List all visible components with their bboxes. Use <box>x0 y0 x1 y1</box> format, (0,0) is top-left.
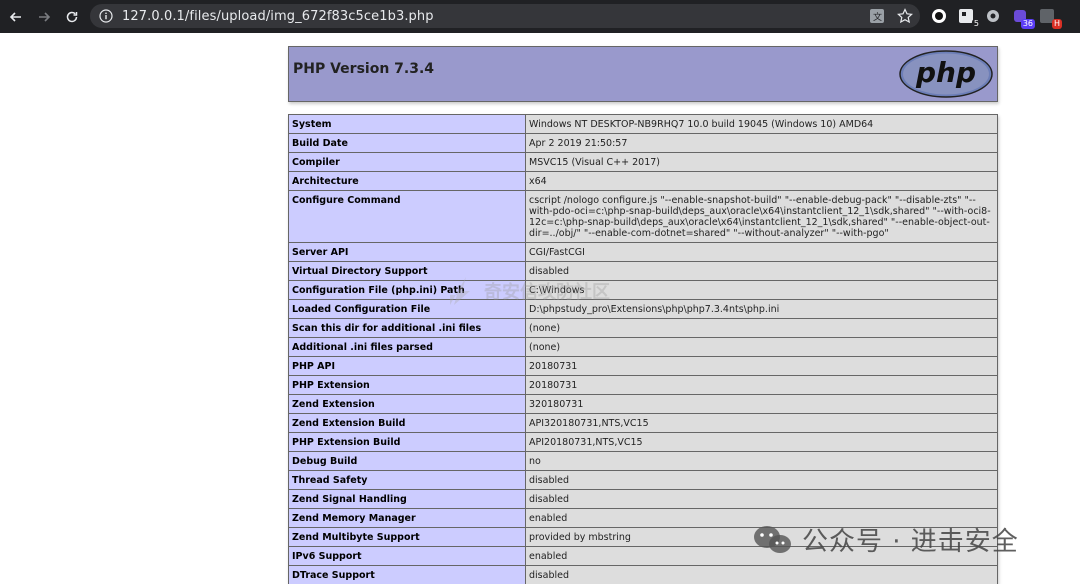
row-value: 320180731 <box>525 394 998 414</box>
row-key: Loaded Configuration File <box>288 299 526 319</box>
extension-badge: 5 <box>971 19 981 29</box>
back-icon[interactable] <box>4 5 28 29</box>
table-row: DTrace Support disabled <box>288 565 998 584</box>
table-row: Configuration File (php.ini) Path C:\Wind… <box>288 280 998 300</box>
table-row: System Windows NT DESKTOP-NB9RHQ7 10.0 bu… <box>288 114 998 134</box>
table-row: PHP API 20180731 <box>288 356 998 376</box>
table-row: Zend Extension Build API320180731,NTS,VC1… <box>288 413 998 433</box>
table-row: IPv6 Support enabled <box>288 546 998 566</box>
row-key: Scan this dir for additional .ini files <box>288 318 526 338</box>
table-row: Configure Command cscript /nologo configu… <box>288 190 998 243</box>
row-key: PHP API <box>288 356 526 376</box>
phpinfo-table: System Windows NT DESKTOP-NB9RHQ7 10.0 bu… <box>288 114 998 584</box>
row-value: no <box>525 451 998 471</box>
table-row: Build Date Apr 2 2019 21:50:57 <box>288 133 998 153</box>
row-key: Debug Build <box>288 451 526 471</box>
row-value: API20180731,NTS,VC15 <box>525 432 998 452</box>
table-row: Architecture x64 <box>288 171 998 191</box>
row-value: Windows NT DESKTOP-NB9RHQ7 10.0 build 19… <box>525 114 998 134</box>
page-content: PHP Version 7.3.4 php System Windows NT D… <box>0 33 1080 584</box>
row-value: enabled <box>525 508 998 528</box>
row-key: PHP Extension <box>288 375 526 395</box>
row-key: PHP Extension Build <box>288 432 526 452</box>
row-value: cscript /nologo configure.js "--enable-s… <box>525 190 998 243</box>
address-bar[interactable]: 127.0.0.1/files/upload/img_672f83c5ce1b3… <box>90 4 920 28</box>
row-key: Server API <box>288 242 526 262</box>
row-key: Thread Safety <box>288 470 526 490</box>
row-value: disabled <box>525 261 998 281</box>
table-row: Zend Signal Handling disabled <box>288 489 998 509</box>
table-row: PHP Extension Build API20180731,NTS,VC15 <box>288 432 998 452</box>
row-value: 20180731 <box>525 375 998 395</box>
table-row: Loaded Configuration File D:\phpstudy_pro… <box>288 299 998 319</box>
table-row: Debug Build no <box>288 451 998 471</box>
php-logo-text: php <box>915 56 976 89</box>
table-row: Scan this dir for additional .ini files(… <box>288 318 998 338</box>
table-row: Zend Multibyte Support provided by mbstri… <box>288 527 998 547</box>
site-info-icon[interactable] <box>98 8 114 24</box>
row-key: Zend Extension <box>288 394 526 414</box>
table-row: Virtual Directory Support disabled <box>288 261 998 281</box>
table-row: PHP Extension 20180731 <box>288 375 998 395</box>
row-value: 20180731 <box>525 356 998 376</box>
browser-toolbar: 127.0.0.1/files/upload/img_672f83c5ce1b3… <box>0 0 1080 33</box>
row-value: provided by mbstring <box>525 527 998 547</box>
row-key: Virtual Directory Support <box>288 261 526 281</box>
row-key: Zend Multibyte Support <box>288 527 526 547</box>
row-value: CGI/FastCGI <box>525 242 998 262</box>
table-row: Additional .ini files parsed (none) <box>288 337 998 357</box>
cog-extension-icon[interactable] <box>984 7 1002 25</box>
forward-icon[interactable] <box>32 5 56 29</box>
row-value: D:\phpstudy_pro\Extensions\php\php7.3.4n… <box>525 299 998 319</box>
table-row: Server API CGI/FastCGI <box>288 242 998 262</box>
circle-extension-icon[interactable] <box>930 7 948 25</box>
row-key: Compiler <box>288 152 526 172</box>
row-key: DTrace Support <box>288 565 526 584</box>
purple-extension-icon[interactable]: 36 <box>1011 7 1035 29</box>
row-value: Apr 2 2019 21:50:57 <box>525 133 998 153</box>
row-value: disabled <box>525 470 998 490</box>
row-key: System <box>288 114 526 134</box>
row-key: Additional .ini files parsed <box>288 337 526 357</box>
table-row: Zend Memory Manager enabled <box>288 508 998 528</box>
svg-text:文: 文 <box>873 11 882 23</box>
page-title: PHP Version 7.3.4 <box>293 61 435 77</box>
row-value: disabled <box>525 489 998 509</box>
row-value: MSVC15 (Visual C++ 2017) <box>525 152 998 172</box>
row-value: (none) <box>525 337 998 357</box>
extension-badge: H <box>1051 19 1062 29</box>
row-key: Build Date <box>288 133 526 153</box>
table-row: Compiler MSVC15 (Visual C++ 2017) <box>288 152 998 172</box>
row-value: disabled <box>525 565 998 584</box>
translate-icon[interactable]: 文 <box>868 7 886 25</box>
row-key: Configuration File (php.ini) Path <box>288 280 526 300</box>
row-key: Zend Signal Handling <box>288 489 526 509</box>
extension-badge: 36 <box>1020 19 1035 29</box>
url-text[interactable]: 127.0.0.1/files/upload/img_672f83c5ce1b3… <box>122 9 434 24</box>
table-row: Zend Extension 320180731 <box>288 394 998 414</box>
row-value: x64 <box>525 171 998 191</box>
row-key: Zend Extension Build <box>288 413 526 433</box>
table-row: Thread Safety disabled <box>288 470 998 490</box>
row-value: API320180731,NTS,VC15 <box>525 413 998 433</box>
php-logo-icon[interactable]: php <box>898 50 994 103</box>
row-value: enabled <box>525 546 998 566</box>
row-value: C:\Windows <box>525 280 998 300</box>
row-value: (none) <box>525 318 998 338</box>
row-key: Configure Command <box>288 190 526 243</box>
row-key: IPv6 Support <box>288 546 526 566</box>
row-key: Architecture <box>288 171 526 191</box>
puzzle-extension-icon[interactable]: 5 <box>957 7 981 29</box>
reload-icon[interactable] <box>60 5 84 29</box>
row-key: Zend Memory Manager <box>288 508 526 528</box>
h-extension-icon[interactable]: H <box>1038 7 1062 29</box>
extensions-area: 5 36 H <box>930 7 1062 29</box>
bookmark-star-icon[interactable] <box>896 7 914 25</box>
phpinfo-header: PHP Version 7.3.4 php <box>288 46 998 102</box>
